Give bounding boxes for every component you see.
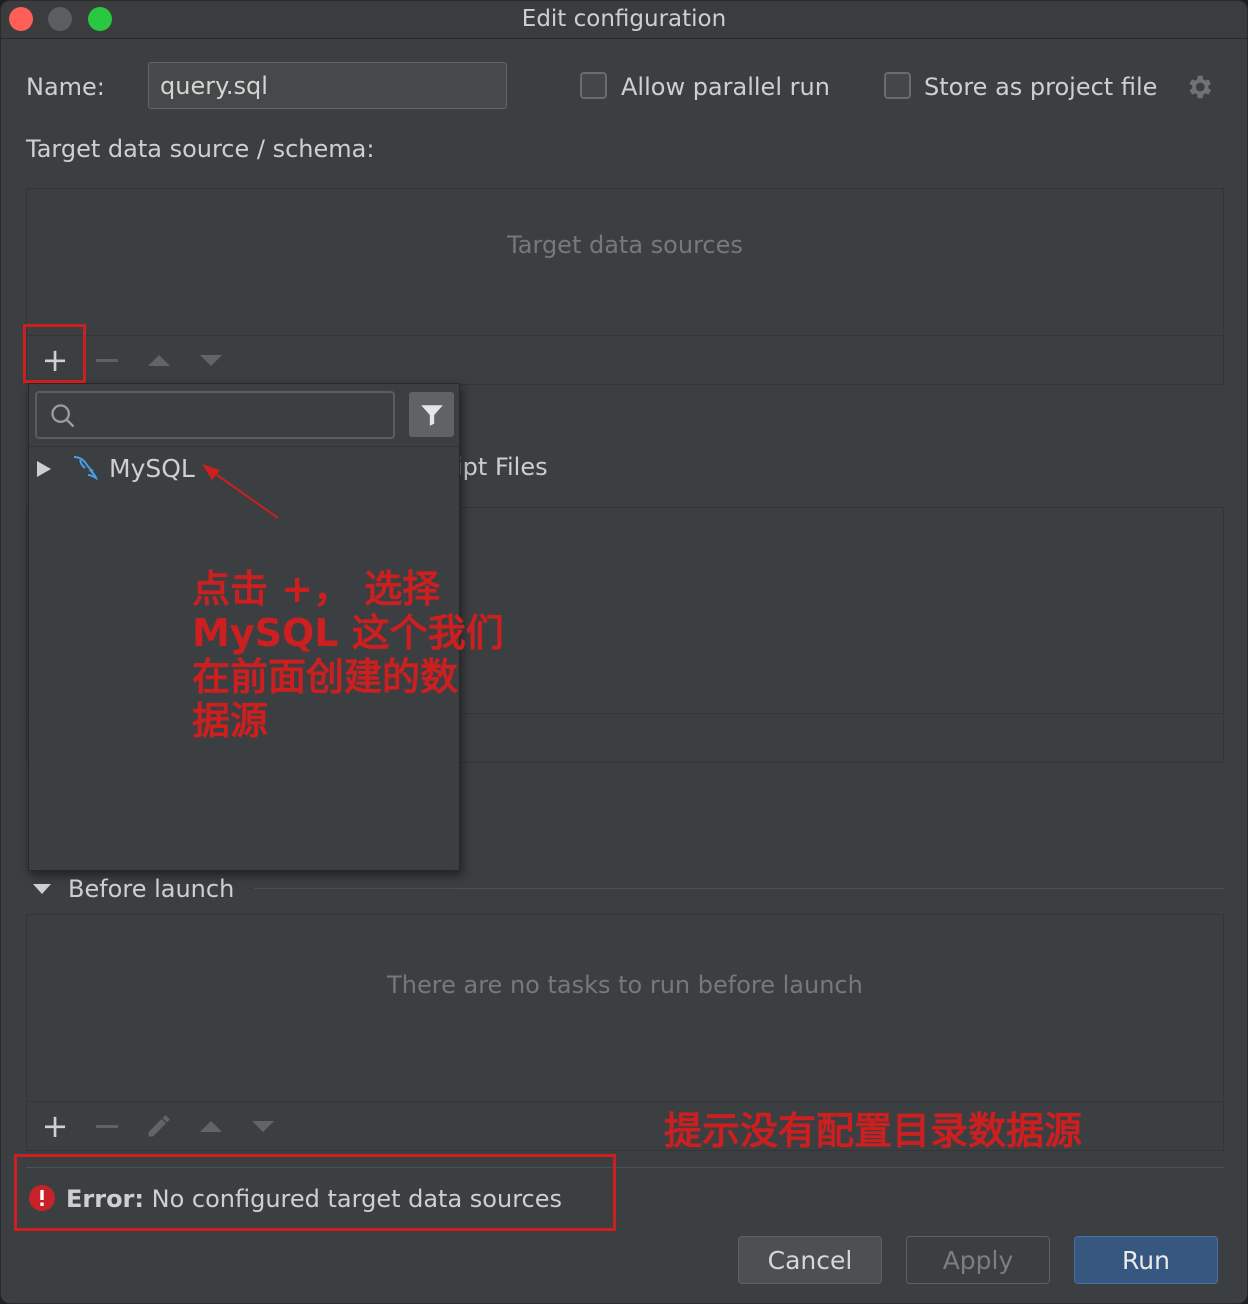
gear-icon[interactable]	[1184, 72, 1214, 102]
annotation-line: 据源	[192, 699, 269, 743]
edit-task-button[interactable]	[137, 1106, 181, 1146]
title-bar: Edit configuration	[1, 1, 1247, 39]
target-data-sources-list[interactable]: Target data sources +	[26, 188, 1224, 385]
minus-icon	[96, 1124, 118, 1128]
arrow-up-icon	[148, 354, 170, 366]
run-button[interactable]: Run	[1074, 1236, 1218, 1284]
section-divider	[254, 888, 1224, 889]
filter-button[interactable]	[409, 392, 454, 437]
mysql-dolphin-icon	[73, 456, 98, 481]
move-down-button[interactable]	[189, 340, 233, 380]
remove-task-button[interactable]	[85, 1106, 129, 1146]
arrow-down-icon	[252, 1120, 274, 1132]
script-files-label: ipt Files	[456, 453, 548, 481]
window-title: Edit configuration	[521, 6, 727, 32]
before-launch-empty-text: There are no tasks to run before launch	[387, 971, 863, 999]
annotation-popup-note: 点击 +， 选择 MySQL 这个我们 在前面创建的数 据源	[192, 567, 504, 743]
move-up-button[interactable]	[137, 340, 181, 380]
add-task-button[interactable]: +	[33, 1106, 77, 1146]
name-field[interactable]: query.sql	[148, 62, 507, 109]
annotation-line: 在前面创建的数	[192, 655, 459, 699]
target-data-sources-empty-text: Target data sources	[507, 231, 743, 259]
annotation-error-note: 提示没有配置目录数据源	[664, 1109, 1083, 1153]
remove-button[interactable]	[85, 340, 129, 380]
before-launch-title[interactable]: Before launch	[68, 875, 234, 903]
annotation-highlight-error	[14, 1154, 616, 1231]
tree-item-label: MySQL	[109, 454, 195, 483]
arrow-up-icon	[200, 1120, 222, 1132]
pencil-icon	[148, 1115, 170, 1137]
edit-configuration-dialog: Edit configuration Name: query.sql Allow…	[0, 0, 1248, 1304]
arrow-down-icon	[200, 354, 222, 366]
popup-search-input[interactable]	[35, 391, 395, 439]
allow-parallel-run-label[interactable]: Allow parallel run	[621, 73, 830, 101]
minus-icon	[96, 358, 118, 362]
annotation-highlight-add-button	[23, 324, 86, 383]
collapse-arrow-icon[interactable]	[32, 882, 52, 896]
popup-divider	[29, 446, 459, 447]
target-data-sources-toolbar: +	[27, 335, 1223, 385]
annotation-arrow	[202, 464, 279, 519]
allow-parallel-run-checkbox[interactable]	[580, 72, 607, 99]
move-task-up-button[interactable]	[189, 1106, 233, 1146]
annotation-line: 点击 +， 选择	[192, 567, 441, 611]
store-as-project-file-label[interactable]: Store as project file	[924, 73, 1157, 101]
expand-arrow-icon[interactable]	[36, 460, 52, 478]
move-task-down-button[interactable]	[241, 1106, 285, 1146]
target-data-source-label: Target data source / schema:	[26, 135, 375, 163]
filter-icon	[420, 404, 443, 426]
annotation-line: MySQL 这个我们	[192, 611, 504, 655]
apply-button[interactable]: Apply	[906, 1236, 1050, 1284]
search-icon	[51, 404, 75, 428]
name-label: Name:	[26, 73, 105, 101]
cancel-button[interactable]: Cancel	[738, 1236, 882, 1284]
store-as-project-file-checkbox[interactable]	[884, 72, 911, 99]
